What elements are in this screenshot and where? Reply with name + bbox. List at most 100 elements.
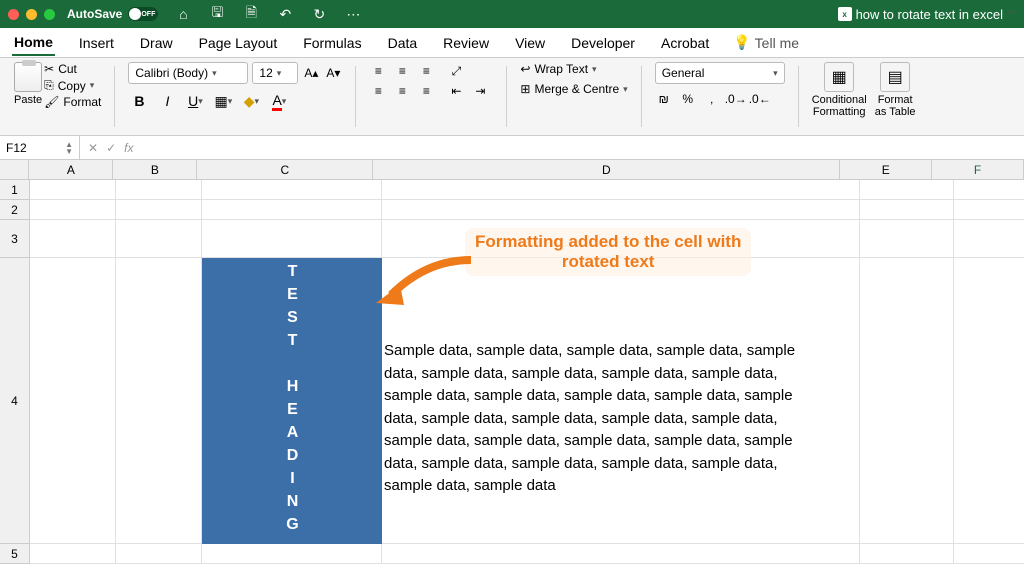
tab-view[interactable]: View (513, 31, 547, 55)
brush-icon: 🖌 (44, 95, 59, 109)
tab-home[interactable]: Home (12, 30, 55, 56)
comma-icon[interactable]: , (703, 90, 721, 108)
tab-page-layout[interactable]: Page Layout (197, 31, 280, 55)
format-as-table-button[interactable]: ▤ Format as Table (875, 62, 916, 118)
fx-icon[interactable]: fx (124, 141, 133, 155)
minimize-window[interactable] (26, 9, 37, 20)
lightbulb-icon: 💡 (733, 34, 750, 51)
ribbon: Paste ✂Cut ⎘Copy▾ 🖌Format Calibri (Body)… (0, 58, 1024, 136)
number-group: General▾ ₪ % , .0→ .0← (649, 62, 791, 131)
excel-file-icon: x (838, 7, 852, 21)
tab-review[interactable]: Review (441, 31, 491, 55)
name-box[interactable]: F12 ▲▼ (0, 136, 80, 159)
currency-icon[interactable]: ₪ (655, 90, 673, 108)
alignment-group: ≡ ≡ ≡ ≡ ≡ ≡ ⤢ ⇤ ⇥ (363, 62, 499, 131)
titlebar: AutoSave OFF ⌂ 🖫 🗎 ↶ ↻ ⋯ x how to rotate… (0, 0, 1024, 28)
undo-icon[interactable]: ↶ (274, 3, 296, 25)
row-header-4[interactable]: 4 (0, 258, 30, 544)
row-header-5[interactable]: 5 (0, 544, 30, 564)
col-header-D[interactable]: D (373, 160, 840, 179)
tab-draw[interactable]: Draw (138, 31, 175, 55)
wrap-merge-group: ↩Wrap Text▾ ⊞Merge & Centre▾ (514, 62, 633, 131)
confirm-icon[interactable]: ✓ (106, 141, 116, 155)
increase-indent-icon[interactable]: ⇥ (471, 82, 489, 100)
cut-button[interactable]: ✂Cut (44, 62, 101, 76)
align-middle-icon[interactable]: ≡ (393, 62, 411, 80)
conditional-formatting-icon: ▦ (824, 62, 854, 92)
font-color-button[interactable]: A▾ (268, 90, 290, 112)
clipboard-group: Paste ✂Cut ⎘Copy▾ 🖌Format (8, 62, 107, 131)
paste-icon (14, 62, 42, 92)
font-size-select[interactable]: 12▾ (252, 62, 298, 84)
col-header-E[interactable]: E (840, 160, 932, 179)
copy-icon: ⎘ (44, 78, 54, 93)
document-icon[interactable]: 🗎 (240, 3, 262, 25)
merge-icon: ⊞ (520, 82, 530, 96)
align-right-icon[interactable]: ≡ (417, 82, 435, 100)
maximize-window[interactable] (44, 9, 55, 20)
percent-icon[interactable]: % (679, 90, 697, 108)
home-icon[interactable]: ⌂ (172, 3, 194, 25)
cancel-icon[interactable]: ✕ (88, 141, 98, 155)
column-headers: ABCDEF (0, 160, 1024, 180)
italic-button[interactable]: I (156, 90, 178, 112)
number-format-select[interactable]: General▾ (655, 62, 785, 84)
more-icon[interactable]: ⋯ (342, 3, 364, 25)
rotated-heading-cell[interactable]: TEST HEADING (202, 258, 382, 544)
quick-access-toolbar: ⌂ 🖫 🗎 ↶ ↻ ⋯ (172, 3, 364, 25)
tab-developer[interactable]: Developer (569, 31, 637, 55)
align-center-icon[interactable]: ≡ (393, 82, 411, 100)
tell-me[interactable]: 💡 Tell me (733, 34, 799, 51)
underline-button[interactable]: U▾ (184, 90, 206, 112)
autosave-toggle[interactable]: AutoSave OFF (67, 7, 158, 21)
close-window[interactable] (8, 9, 19, 20)
spreadsheet: ABCDEF 12345 TEST HEADING Sample data, s… (0, 160, 1024, 180)
row-header-3[interactable]: 3 (0, 220, 30, 258)
increase-decimal-icon[interactable]: .0→ (727, 90, 745, 108)
ribbon-tabs: Home Insert Draw Page Layout Formulas Da… (0, 28, 1024, 58)
decrease-font-icon[interactable]: A▾ (324, 64, 342, 82)
decrease-decimal-icon[interactable]: .0← (751, 90, 769, 108)
tab-data[interactable]: Data (386, 31, 420, 55)
decrease-indent-icon[interactable]: ⇤ (447, 82, 465, 100)
align-bottom-icon[interactable]: ≡ (417, 62, 435, 80)
increase-font-icon[interactable]: A▴ (302, 64, 320, 82)
chevron-down-icon: ﹀ (1007, 8, 1016, 21)
orientation-icon[interactable]: ⤢ (447, 62, 465, 80)
fill-color-button[interactable]: ◆▾ (240, 90, 262, 112)
window-controls (8, 9, 55, 20)
autosave-label: AutoSave (67, 7, 122, 21)
col-header-A[interactable]: A (29, 160, 113, 179)
font-name-select[interactable]: Calibri (Body)▾ (128, 62, 248, 84)
bold-button[interactable]: B (128, 90, 150, 112)
col-header-B[interactable]: B (113, 160, 197, 179)
tab-acrobat[interactable]: Acrobat (659, 31, 711, 55)
merge-centre-button[interactable]: ⊞Merge & Centre▾ (520, 82, 627, 96)
redo-icon[interactable]: ↻ (308, 3, 330, 25)
tab-formulas[interactable]: Formulas (301, 31, 363, 55)
font-group: Calibri (Body)▾ 12▾ A▴ A▾ B I U▾ ▦▾ ◆▾ A… (122, 62, 348, 131)
col-header-C[interactable]: C (197, 160, 373, 179)
conditional-formatting-button[interactable]: ▦ Conditional Formatting (812, 62, 867, 118)
row-header-2[interactable]: 2 (0, 200, 30, 220)
sample-data-cell[interactable]: Sample data, sample data, sample data, s… (384, 340, 812, 498)
border-button[interactable]: ▦▾ (212, 90, 234, 112)
align-left-icon[interactable]: ≡ (369, 82, 387, 100)
select-all-corner[interactable] (0, 160, 29, 179)
copy-button[interactable]: ⎘Copy▾ (44, 78, 101, 93)
callout-arrow (376, 255, 476, 320)
callout-text: Formatting added to the cell with rotate… (465, 228, 751, 276)
toggle-switch[interactable]: OFF (128, 7, 158, 21)
tab-insert[interactable]: Insert (77, 31, 116, 55)
align-top-icon[interactable]: ≡ (369, 62, 387, 80)
save-icon[interactable]: 🖫 (206, 3, 228, 25)
document-title[interactable]: x how to rotate text in excel ﹀ (838, 7, 1016, 22)
rotated-heading-text: TEST HEADING (283, 263, 301, 539)
format-table-icon: ▤ (880, 62, 910, 92)
row-header-1[interactable]: 1 (0, 180, 30, 200)
paste-button[interactable]: Paste (14, 62, 42, 106)
wrap-text-button[interactable]: ↩Wrap Text▾ (520, 62, 627, 76)
row-headers: 12345 (0, 180, 30, 564)
col-header-F[interactable]: F (932, 160, 1024, 179)
format-painter-button[interactable]: 🖌Format (44, 95, 101, 109)
